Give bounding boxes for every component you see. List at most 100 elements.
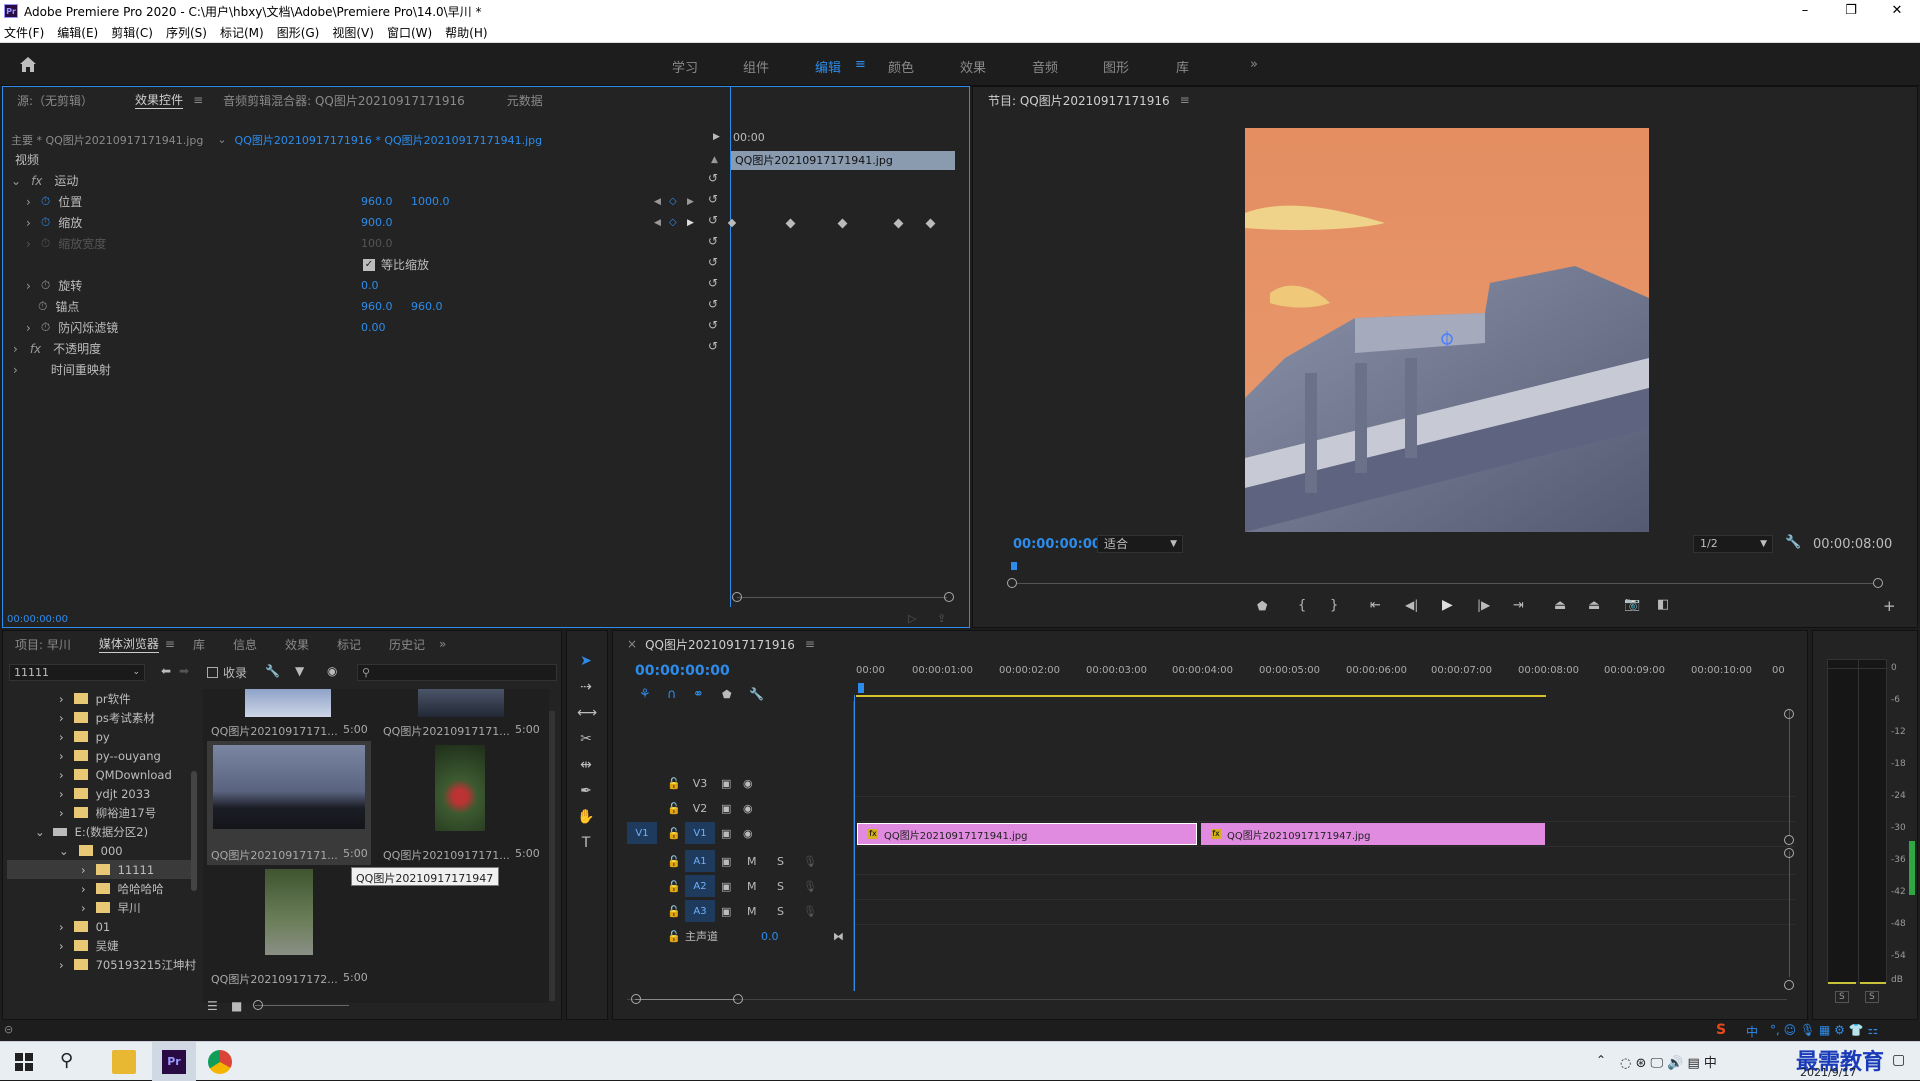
forward-arrow-icon[interactable]: ➡ xyxy=(179,664,189,678)
program-preview-image[interactable] xyxy=(1245,128,1649,532)
rotation-value[interactable]: 0.0 xyxy=(361,279,379,292)
razor-tool-icon[interactable]: ✂ xyxy=(577,731,595,749)
prev-keyframe-icon[interactable]: ◀ xyxy=(654,218,661,228)
notification-icon[interactable]: ▢ xyxy=(1892,1052,1905,1068)
track-target-a2[interactable]: A2 xyxy=(685,875,715,897)
tree-item-drive[interactable]: ⌄ E:(数据分区2) xyxy=(7,822,197,841)
lock-icon[interactable]: 🔓 xyxy=(667,905,681,918)
stopwatch-icon[interactable]: ⏱ xyxy=(41,278,50,293)
go-to-out-icon[interactable]: ⇥ xyxy=(1513,598,1524,613)
path-dropdown[interactable]: 11111 ⌄ xyxy=(9,664,145,681)
tree-item[interactable]: › 哈哈哈哈 xyxy=(7,879,197,898)
minimize-button[interactable]: – xyxy=(1782,0,1828,22)
workspace-menu-icon[interactable]: ≡ xyxy=(855,57,866,72)
filter-icon[interactable]: ▼ xyxy=(295,664,304,678)
tree-item[interactable]: › py--ouyang xyxy=(7,746,197,765)
collapse-icon[interactable]: ▲ xyxy=(711,155,718,165)
add-marker-icon[interactable]: ⬟ xyxy=(722,688,732,701)
pen-tool-icon[interactable]: ✒ xyxy=(577,783,595,801)
stopwatch-active-icon[interactable]: ⏱ xyxy=(41,215,50,230)
snap-icon[interactable]: ∩ xyxy=(667,687,677,702)
tree-item[interactable]: › 吴婕 xyxy=(7,936,197,955)
anchor-x-value[interactable]: 960.0 xyxy=(361,300,393,313)
wrench-icon[interactable]: 🔧 xyxy=(265,664,280,678)
thumbnail-scrollbar[interactable] xyxy=(549,711,555,1001)
reset-icon[interactable]: ↺ xyxy=(708,339,718,353)
hand-tool-icon[interactable]: ✋ xyxy=(577,809,595,827)
menu-graphics[interactable]: 图形(G) xyxy=(277,24,320,41)
tab-libraries[interactable]: 库 xyxy=(193,636,205,653)
extract-icon[interactable]: ⏏ xyxy=(1588,598,1600,613)
reset-icon[interactable]: ↺ xyxy=(708,276,718,290)
track-target-a3[interactable]: A3 xyxy=(685,900,715,922)
wrench-icon[interactable]: 🔧 xyxy=(1785,535,1801,550)
step-back-icon[interactable]: ◀| xyxy=(1405,598,1418,612)
timeline-clip[interactable]: fx QQ图片20210917171941.jpg xyxy=(857,823,1197,845)
work-area-bar[interactable] xyxy=(856,695,1546,697)
timeline-title[interactable]: QQ图片20210917171916 xyxy=(645,636,795,653)
icon-view-icon[interactable]: ■ xyxy=(231,999,242,1013)
uniform-scale-checkbox[interactable]: ✓ xyxy=(363,258,375,271)
scroll-handle-right[interactable] xyxy=(733,994,743,1004)
tab-effect-controls[interactable]: 效果控件 xyxy=(135,91,184,109)
selection-tool-icon[interactable]: ➤ xyxy=(577,653,595,671)
prev-keyframe-icon[interactable]: ◀ xyxy=(654,197,661,207)
workspace-color[interactable]: 颜色 xyxy=(888,57,914,76)
lift-icon[interactable]: ⏏ xyxy=(1554,598,1566,613)
chevron-right-icon[interactable]: › xyxy=(13,342,18,356)
sequence-clip-label[interactable]: QQ图片20210917171916 * QQ图片20210917171941.… xyxy=(235,132,543,148)
mute-button[interactable]: M xyxy=(747,905,757,918)
export-frame-icon[interactable]: 📷 xyxy=(1624,597,1640,612)
menu-window[interactable]: 窗口(W) xyxy=(387,24,432,41)
premiere-taskbar-active[interactable]: Pr xyxy=(152,1042,196,1081)
tree-item[interactable]: › py xyxy=(7,727,197,746)
nest-icon[interactable]: ⚘ xyxy=(639,687,651,702)
zoom-handle-left[interactable] xyxy=(732,592,742,602)
chevron-down-icon[interactable]: ⌄ xyxy=(11,174,21,188)
flicker-value[interactable]: 0.00 xyxy=(361,321,386,334)
resolution-dropdown[interactable]: 1/2 ▼ xyxy=(1693,535,1773,553)
track-target-a1[interactable]: A1 xyxy=(685,850,715,872)
mute-button[interactable]: M xyxy=(747,880,757,893)
home-icon[interactable] xyxy=(18,55,38,73)
tray-icons[interactable]: ◌ ⊛ 🖵 🔊 ▤ 中 xyxy=(1620,1052,1717,1071)
lock-icon[interactable]: 🔓 xyxy=(667,777,681,790)
zoom-slider-handle[interactable] xyxy=(253,1000,263,1010)
eye-icon[interactable]: ◉ xyxy=(743,802,753,815)
reset-icon[interactable]: ↺ xyxy=(708,171,718,185)
lock-icon[interactable]: 🔓 xyxy=(667,827,681,840)
ime-mode[interactable]: 中 xyxy=(1746,1023,1758,1040)
ripple-edit-tool-icon[interactable]: ⟷ xyxy=(577,705,597,723)
file-explorer-icon[interactable] xyxy=(112,1050,136,1074)
mark-out-icon[interactable]: } xyxy=(1330,598,1338,613)
overflow-icon[interactable]: » xyxy=(439,637,446,651)
search-icon[interactable]: ⚲ xyxy=(60,1050,84,1074)
meter-solo-left[interactable]: S xyxy=(1835,991,1849,1003)
thumbnail-image[interactable] xyxy=(435,745,485,831)
menu-marker[interactable]: 标记(M) xyxy=(220,24,264,41)
tree-item[interactable]: › ps考试素材 xyxy=(7,708,197,727)
slip-tool-icon[interactable]: ⇹ xyxy=(577,757,595,775)
close-button[interactable]: ✕ xyxy=(1874,0,1920,22)
sync-lock-icon[interactable]: ▣ xyxy=(721,880,731,893)
meter-solo-right[interactable]: S xyxy=(1865,991,1879,1003)
tab-media-browser[interactable]: 媒体浏览器 xyxy=(98,635,159,653)
tab-source[interactable]: 源:（无剪辑） xyxy=(17,92,93,109)
solo-button[interactable]: S xyxy=(777,880,784,893)
solo-button[interactable]: S xyxy=(777,855,784,868)
program-scrubber[interactable] xyxy=(1011,562,1881,570)
tree-item-selected[interactable]: › 11111 xyxy=(7,860,197,879)
scale-value[interactable]: 900.0 xyxy=(361,216,393,229)
chevron-right-icon[interactable]: › xyxy=(13,363,18,377)
tab-project[interactable]: 项目: 早川 xyxy=(15,636,71,653)
wrench-icon[interactable]: 🔧 xyxy=(749,687,764,701)
eye-icon[interactable]: ◉ xyxy=(743,827,753,840)
sync-lock-icon[interactable]: ▣ xyxy=(721,827,731,840)
program-playhead[interactable] xyxy=(1011,562,1017,570)
go-to-in-out-icon[interactable]: ⧓ xyxy=(833,930,844,943)
play-only-icon[interactable]: ▶ xyxy=(713,132,720,142)
ime-toolbar-icon[interactable]: °, ☺ 🎙 ▦ ⚙ 👕 ⚏ xyxy=(1770,1023,1878,1037)
add-keyframe-icon[interactable]: ◇ xyxy=(669,196,677,207)
tree-scrollbar[interactable] xyxy=(191,771,197,891)
program-monitor-title[interactable]: 节目: QQ图片20210917171916 xyxy=(988,92,1170,109)
